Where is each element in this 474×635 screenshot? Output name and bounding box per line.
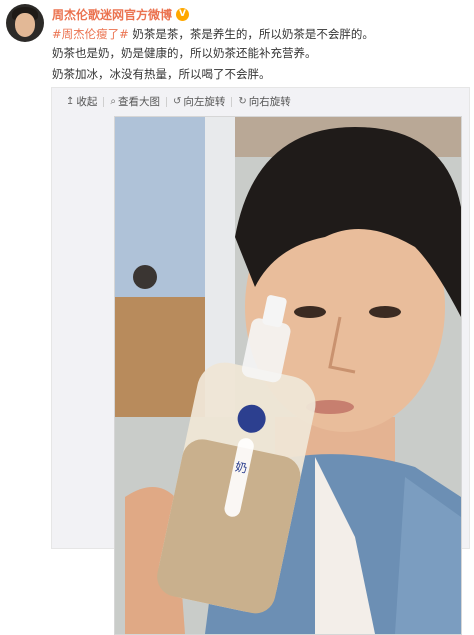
- post-text-line-1-body: 奶茶是茶，茶是养生的，所以奶茶是不会胖的。: [128, 27, 374, 41]
- rotate-right-label: 向右旋转: [248, 96, 291, 108]
- rotate-left-button[interactable]: ↺ 向左旋转: [173, 94, 225, 109]
- view-large-button[interactable]: ⌕ 查看大图: [110, 94, 160, 109]
- author-name-text[interactable]: 周杰伦歌迷网官方微博: [52, 6, 172, 23]
- rotate-right-button[interactable]: ↻ 向右旋转: [238, 94, 290, 109]
- media-viewer: ↥ 收起 ⌕ 查看大图 ↺ 向左旋转 ↻ 向右旋转 奶: [51, 87, 470, 635]
- collapse-up-icon: ↥: [66, 96, 75, 107]
- collapse-label: 收起: [76, 96, 98, 108]
- post-text-line-3: 奶茶加冰，冰没有热量，所以喝了不会胖。: [52, 67, 271, 81]
- post-photo[interactable]: 奶: [114, 116, 462, 635]
- author-name[interactable]: 周杰伦歌迷网官方微博 V: [52, 6, 190, 23]
- photo-illustration: 奶: [115, 117, 461, 634]
- rotate-left-label: 向左旋转: [183, 96, 226, 108]
- media-toolbar: ↥ 收起 ⌕ 查看大图 ↺ 向左旋转 ↻ 向右旋转: [66, 94, 291, 109]
- view-large-label: 查看大图: [118, 96, 160, 108]
- author-avatar[interactable]: [6, 4, 44, 42]
- magnifier-icon: ⌕: [110, 96, 116, 107]
- collapse-button[interactable]: ↥ 收起: [66, 94, 97, 109]
- hashtag-link[interactable]: #周杰伦瘦了#: [52, 27, 129, 41]
- post-text-line-2: 奶茶也是奶，奶是健康的，所以奶茶还能补充营养。: [52, 46, 317, 60]
- rotate-left-icon: ↺: [173, 96, 182, 107]
- rotate-right-icon: ↻: [238, 96, 247, 107]
- verified-badge-icon: V: [176, 8, 190, 21]
- post-text-line-1: #周杰伦瘦了# 奶茶是茶，茶是养生的，所以奶茶是不会胖的。: [52, 26, 374, 42]
